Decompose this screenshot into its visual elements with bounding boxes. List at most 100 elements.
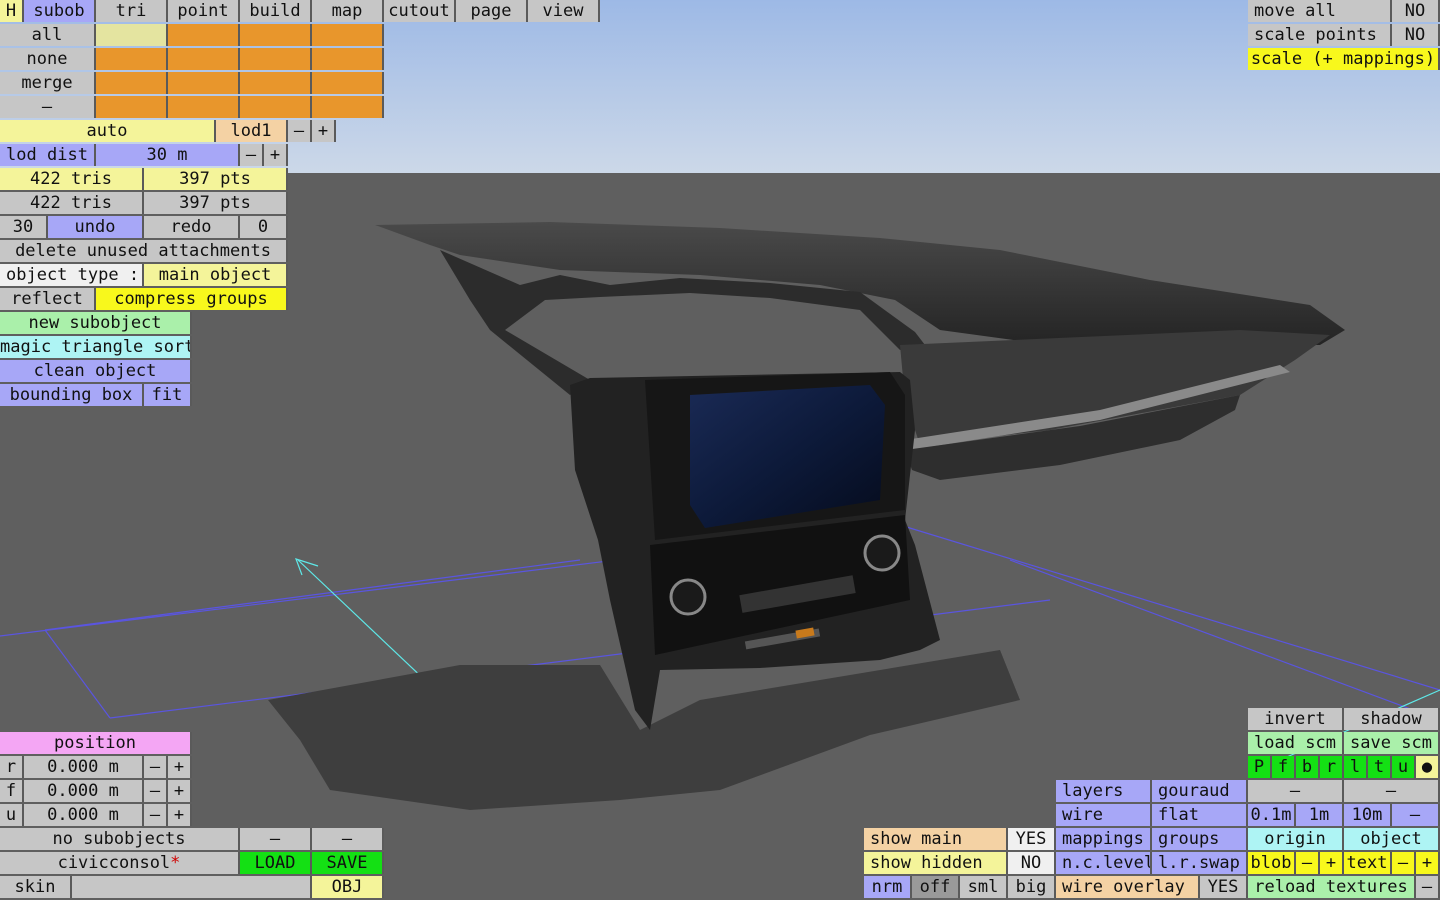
lod-dist-plus-button[interactable]: + (264, 144, 288, 166)
undo-button[interactable]: undo (48, 216, 144, 238)
save-button[interactable]: SAVE (312, 852, 384, 874)
step-1m-button[interactable]: 1m (1296, 804, 1344, 826)
select-all-button[interactable]: all (0, 24, 96, 46)
tab-page[interactable]: page (456, 0, 528, 22)
subobject-slot[interactable] (96, 48, 168, 70)
compress-groups-button[interactable]: compress groups (96, 288, 288, 310)
text-button[interactable]: text (1344, 852, 1392, 874)
view-f-button[interactable]: f (1272, 756, 1296, 778)
show-main-toggle[interactable]: YES (1008, 828, 1056, 850)
invert-button[interactable]: invert (1248, 708, 1344, 730)
subobject-slot[interactable] (240, 96, 312, 118)
step-10m-button[interactable]: 10m (1344, 804, 1392, 826)
subobject-slot[interactable] (312, 72, 384, 94)
scale-points-toggle[interactable]: NO (1392, 24, 1440, 46)
dash-button[interactable]: – (240, 828, 312, 850)
flat-button[interactable]: flat (1152, 804, 1248, 826)
position-u-minus[interactable]: – (144, 804, 168, 826)
position-f-plus[interactable]: + (168, 780, 192, 802)
merge-button[interactable]: merge (0, 72, 96, 94)
position-u-value[interactable]: 0.000 m (24, 804, 144, 826)
tab-h[interactable]: H (0, 0, 24, 22)
groups-button[interactable]: groups (1152, 828, 1248, 850)
origin-button[interactable]: origin (1248, 828, 1344, 850)
step-0-1m-button[interactable]: 0.1m (1248, 804, 1296, 826)
subobject-slot[interactable] (168, 96, 240, 118)
view-t-button[interactable]: t (1368, 756, 1392, 778)
position-r-plus[interactable]: + (168, 756, 192, 778)
fit-button[interactable]: fit (144, 384, 192, 406)
small-button[interactable]: sml (960, 876, 1008, 898)
skin-field[interactable] (72, 876, 312, 898)
move-all-toggle[interactable]: NO (1392, 0, 1440, 22)
reload-minus-button[interactable]: – (1416, 876, 1440, 898)
object-type-value[interactable]: main object (144, 264, 288, 286)
wire-overlay-label[interactable]: wire overlay (1056, 876, 1200, 898)
text-minus-button[interactable]: – (1392, 852, 1416, 874)
shadow-button[interactable]: shadow (1344, 708, 1440, 730)
object-button[interactable]: object (1344, 828, 1440, 850)
normal-size-button[interactable]: nrm (864, 876, 912, 898)
lod-dist-minus-button[interactable]: – (240, 144, 264, 166)
scale-mappings-button[interactable]: scale (+ mappings) (1248, 48, 1440, 70)
view-r-button[interactable]: r (1320, 756, 1344, 778)
bounding-box-button[interactable]: bounding box (0, 384, 144, 406)
obj-button[interactable]: OBJ (312, 876, 384, 898)
select-none-button[interactable]: none (0, 48, 96, 70)
lr-swap-button[interactable]: l.r.swap (1152, 852, 1248, 874)
tab-build[interactable]: build (240, 0, 312, 22)
layers-button[interactable]: layers (1056, 780, 1152, 802)
dash-button[interactable]: – (312, 828, 384, 850)
view-l-button[interactable]: l (1344, 756, 1368, 778)
subobject-slot[interactable] (240, 72, 312, 94)
view-p-button[interactable]: P (1248, 756, 1272, 778)
tab-subob[interactable]: subob (24, 0, 96, 22)
subobject-slot[interactable] (96, 96, 168, 118)
tab-tri[interactable]: tri (96, 0, 168, 22)
show-hidden-toggle[interactable]: NO (1008, 852, 1056, 874)
tab-map[interactable]: map (312, 0, 384, 22)
load-button[interactable]: LOAD (240, 852, 312, 874)
subobject-slot[interactable] (168, 72, 240, 94)
position-r-minus[interactable]: – (144, 756, 168, 778)
wire-overlay-toggle[interactable]: YES (1200, 876, 1248, 898)
redo-button[interactable]: redo (144, 216, 240, 238)
subobject-slot[interactable] (240, 24, 312, 46)
view-b-button[interactable]: b (1296, 756, 1320, 778)
view-u-button[interactable]: u (1392, 756, 1416, 778)
lod-dist-value[interactable]: 30 m (96, 144, 240, 166)
subobject-slot[interactable] (96, 24, 168, 46)
position-u-plus[interactable]: + (168, 804, 192, 826)
blob-minus-button[interactable]: – (1296, 852, 1320, 874)
subobject-slot[interactable] (240, 48, 312, 70)
delete-unused-attachments-button[interactable]: delete unused attachments (0, 240, 288, 262)
clean-object-button[interactable]: clean object (0, 360, 192, 382)
lod-minus-button[interactable]: – (288, 120, 312, 142)
position-f-minus[interactable]: – (144, 780, 168, 802)
lod-auto-button[interactable]: auto (0, 120, 216, 142)
magic-triangle-sort-button[interactable]: magic triangle sort (0, 336, 192, 358)
show-main-label[interactable]: show main (864, 828, 1008, 850)
dash-button[interactable]: – (0, 96, 96, 118)
text-plus-button[interactable]: + (1416, 852, 1440, 874)
dot-icon[interactable]: ● (1416, 756, 1440, 778)
reflect-button[interactable]: reflect (0, 288, 96, 310)
subobject-slot[interactable] (312, 24, 384, 46)
tab-cutout[interactable]: cutout (384, 0, 456, 22)
dash-button[interactable]: – (1344, 780, 1440, 802)
nc-level-button[interactable]: n.c.level (1056, 852, 1152, 874)
tab-view[interactable]: view (528, 0, 600, 22)
subobject-slot[interactable] (312, 48, 384, 70)
subobject-slot[interactable] (96, 72, 168, 94)
blob-button[interactable]: blob (1248, 852, 1296, 874)
position-f-value[interactable]: 0.000 m (24, 780, 144, 802)
lod-name[interactable]: lod1 (216, 120, 288, 142)
big-button[interactable]: big (1008, 876, 1056, 898)
filename-field[interactable]: civicconsol* (0, 852, 240, 874)
dash-button[interactable]: – (1248, 780, 1344, 802)
load-scm-button[interactable]: load scm (1248, 732, 1344, 754)
gouraud-button[interactable]: gouraud (1152, 780, 1248, 802)
new-subobject-button[interactable]: new subobject (0, 312, 192, 334)
show-hidden-label[interactable]: show hidden (864, 852, 1008, 874)
subobject-slot[interactable] (168, 24, 240, 46)
